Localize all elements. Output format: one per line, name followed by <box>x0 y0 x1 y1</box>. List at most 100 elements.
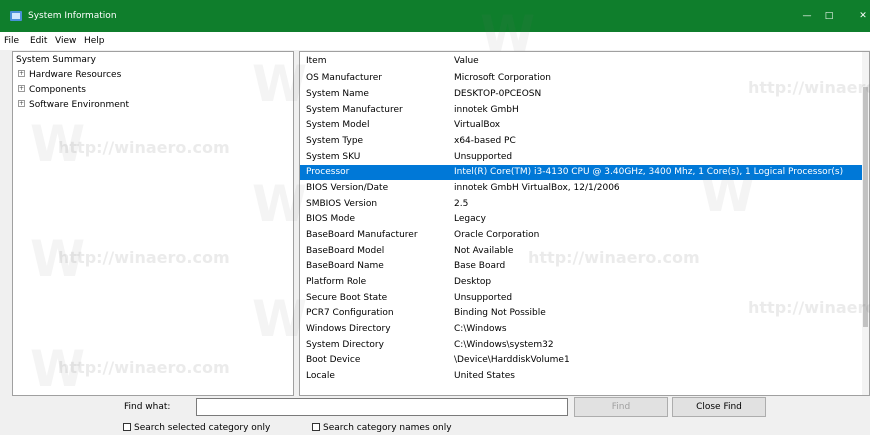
details-list[interactable]: Item Value OS Manufacturer Microsoft Cor… <box>299 51 870 396</box>
maximize-button[interactable]: □ <box>812 0 846 32</box>
row-item: Boot Device <box>306 355 361 365</box>
row-item: System Model <box>306 120 370 130</box>
row-item: BaseBoard Name <box>306 261 384 271</box>
table-row[interactable]: Platform Role Desktop <box>300 275 862 290</box>
search-selected-category-checkbox[interactable]: Search selected category only <box>123 422 270 434</box>
row-item: BaseBoard Model <box>306 246 385 256</box>
menu-view[interactable]: View <box>55 35 76 47</box>
scrollbar-thumb[interactable] <box>863 87 868 327</box>
table-row[interactable]: Locale United States <box>300 369 862 384</box>
expand-icon[interactable]: + <box>18 70 25 77</box>
row-value: Binding Not Possible <box>454 308 546 318</box>
tree-item-hardware-resources[interactable]: + Hardware Resources <box>18 69 121 81</box>
table-row[interactable]: PCR7 Configuration Binding Not Possible <box>300 306 862 321</box>
row-item: OS Manufacturer <box>306 73 382 83</box>
tree-item-label: Components <box>29 85 86 95</box>
row-item: System Directory <box>306 340 384 350</box>
column-header-row: Item Value <box>300 54 862 69</box>
tree-item-label: Hardware Resources <box>29 70 122 80</box>
tree-item-system-summary[interactable]: System Summary <box>16 54 96 66</box>
table-row[interactable]: System Directory C:\Windows\system32 <box>300 338 862 353</box>
expand-icon[interactable]: + <box>18 85 25 92</box>
row-value: Desktop <box>454 277 492 287</box>
row-value: C:\Windows\system32 <box>454 340 554 350</box>
close-button[interactable]: ✕ <box>846 0 870 32</box>
table-row[interactable]: System Type x64-based PC <box>300 134 862 149</box>
table-row[interactable]: BIOS Version/Date innotek GmbH VirtualBo… <box>300 181 862 196</box>
row-value: innotek GmbH VirtualBox, 12/1/2006 <box>454 183 620 193</box>
row-value: Oracle Corporation <box>454 230 540 240</box>
row-item: BIOS Version/Date <box>306 183 389 193</box>
table-row[interactable]: System Model VirtualBox <box>300 118 862 133</box>
menu-help[interactable]: Help <box>84 35 105 47</box>
row-value: Unsupported <box>454 152 513 162</box>
category-tree[interactable]: System Summary + Hardware Resources + Comp… <box>12 51 294 396</box>
menu-edit[interactable]: Edit <box>30 35 47 47</box>
table-row[interactable]: BaseBoard Model Not Available <box>300 244 862 259</box>
menu-file[interactable]: File <box>4 35 19 47</box>
table-row[interactable]: SMBIOS Version 2.5 <box>300 197 862 212</box>
row-value: innotek GmbH <box>454 105 519 115</box>
row-value: United States <box>454 371 515 381</box>
row-item: System SKU <box>306 152 361 162</box>
find-what-label: Find what: <box>124 402 171 412</box>
checkbox-label: Search selected category only <box>134 423 271 433</box>
expand-icon[interactable]: + <box>18 100 25 107</box>
row-item: SMBIOS Version <box>306 199 378 209</box>
find-button[interactable]: Find <box>574 397 668 417</box>
tree-item-software-environment[interactable]: + Software Environment <box>18 99 129 111</box>
row-value: DESKTOP-0PCEOSN <box>454 89 542 99</box>
row-value: Microsoft Corporation <box>454 73 551 83</box>
checkbox-label: Search category names only <box>323 423 452 433</box>
find-what-input[interactable] <box>196 398 568 416</box>
row-value: \Device\HarddiskVolume1 <box>454 355 570 365</box>
row-item: Processor <box>306 167 350 177</box>
table-row[interactable]: System SKU Unsupported <box>300 150 862 165</box>
table-row[interactable]: BaseBoard Name Base Board <box>300 259 862 274</box>
menu-bar: File Edit View Help <box>0 32 870 50</box>
vertical-scrollbar[interactable] <box>862 52 869 395</box>
row-item: Secure Boot State <box>306 293 388 303</box>
title-bar: System Information — □ ✕ <box>0 0 870 32</box>
row-item: Platform Role <box>306 277 367 287</box>
tree-item-label: System Summary <box>16 55 96 65</box>
window-title: System Information <box>28 11 117 21</box>
row-value: Legacy <box>454 214 486 224</box>
table-row-selected[interactable]: Processor Intel(R) Core(TM) i3-4130 CPU … <box>300 165 862 180</box>
tree-item-label: Software Environment <box>29 100 130 110</box>
row-value: 2.5 <box>454 199 469 209</box>
table-row[interactable]: OS Manufacturer Microsoft Corporation <box>300 71 862 86</box>
tree-item-components[interactable]: + Components <box>18 84 86 96</box>
row-value: VirtualBox <box>454 120 501 130</box>
table-row[interactable]: BIOS Mode Legacy <box>300 212 862 227</box>
column-header-item[interactable]: Item <box>306 55 327 68</box>
maximize-icon: □ <box>824 11 834 21</box>
row-item: System Manufacturer <box>306 105 403 115</box>
row-value: x64-based PC <box>454 136 516 146</box>
row-value: Base Board <box>454 261 506 271</box>
table-row[interactable]: System Name DESKTOP-0PCEOSN <box>300 87 862 102</box>
row-value: Intel(R) Core(TM) i3-4130 CPU @ 3.40GHz,… <box>454 167 844 177</box>
table-row[interactable]: System Manufacturer innotek GmbH <box>300 103 862 118</box>
checkbox-icon[interactable] <box>123 422 131 431</box>
column-header-value[interactable]: Value <box>454 55 479 68</box>
row-item: System Name <box>306 89 369 99</box>
table-row[interactable]: Secure Boot State Unsupported <box>300 291 862 306</box>
table-row[interactable]: Boot Device \Device\HarddiskVolume1 <box>300 353 862 368</box>
row-item: PCR7 Configuration <box>306 308 394 318</box>
row-item: Windows Directory <box>306 324 391 334</box>
minimize-icon: — <box>802 11 812 21</box>
row-item: Locale <box>306 371 335 381</box>
row-value: C:\Windows <box>454 324 507 334</box>
row-value: Unsupported <box>454 293 513 303</box>
table-row[interactable]: BaseBoard Manufacturer Oracle Corporatio… <box>300 228 862 243</box>
row-item: BIOS Mode <box>306 214 356 224</box>
row-item: BaseBoard Manufacturer <box>306 230 418 240</box>
row-item: System Type <box>306 136 364 146</box>
search-category-names-checkbox[interactable]: Search category names only <box>312 422 452 434</box>
checkbox-icon[interactable] <box>312 422 320 431</box>
table-row[interactable]: Windows Directory C:\Windows <box>300 322 862 337</box>
row-value: Not Available <box>454 246 514 256</box>
close-icon: ✕ <box>859 11 867 21</box>
close-find-button[interactable]: Close Find <box>672 397 766 417</box>
